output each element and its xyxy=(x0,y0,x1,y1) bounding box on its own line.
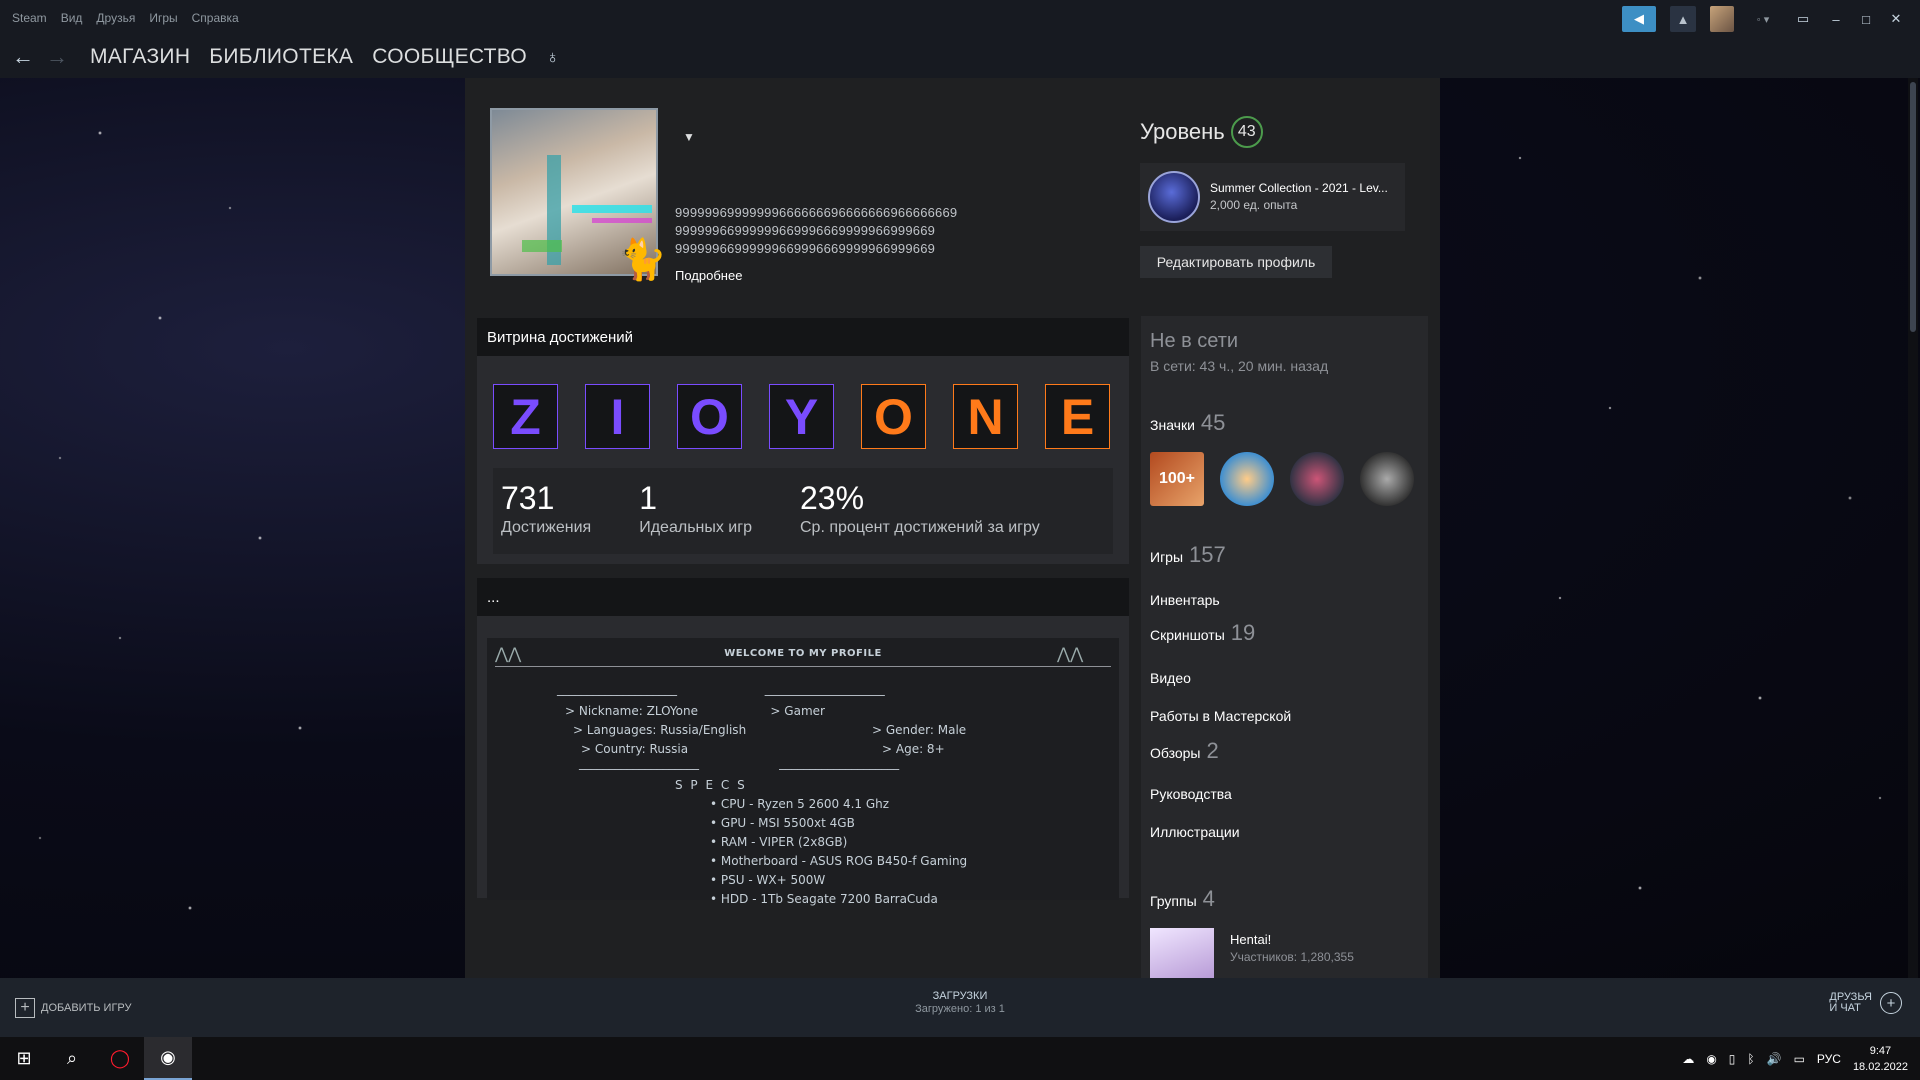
big-picture-icon[interactable]: ▭ xyxy=(1792,6,1814,32)
stat-perfect-games: 1 Идеальных игр xyxy=(639,480,752,536)
last-online: В сети: 43 ч., 20 мин. назад xyxy=(1150,358,1329,374)
steam-tray-icon[interactable]: ◉ xyxy=(1706,1052,1716,1066)
achievement-tile-7[interactable]: E xyxy=(1045,384,1110,449)
megaphone-icon[interactable]: ◀ xyxy=(1622,6,1656,32)
group-name[interactable]: Hentai! xyxy=(1230,932,1271,947)
usb-icon[interactable]: ▯ xyxy=(1729,1052,1736,1066)
profile-summary: 99999969999999666666696666666966666669 9… xyxy=(675,205,958,256)
nav-community[interactable]: СООБЩЕСТВО xyxy=(372,45,527,69)
sidebar-workshop[interactable]: Работы в Мастерской xyxy=(1150,708,1291,724)
achievement-tile-4[interactable]: Y xyxy=(769,384,834,449)
system-tray: ☁ ◉ ▯ ᛒ 🔊 ▭ РУС 9:47 18.02.2022 xyxy=(1682,1037,1908,1080)
achievement-stats: 731 Достижения 1 Идеальных игр 23% Ср. проц… xyxy=(493,468,1113,554)
group-avatar[interactable] xyxy=(1150,928,1214,978)
summer-collection-badge-icon xyxy=(1148,171,1200,223)
windows-taskbar: ⊞ ⌕ ◯ ◉ ☁ ◉ ▯ ᛒ 🔊 ▭ РУС 9:47 18.02.2022 xyxy=(0,1037,1920,1080)
achievement-tile-5[interactable]: O xyxy=(861,384,926,449)
profile-sidebar: Не в сети В сети: 43 ч., 20 мин. назад З… xyxy=(1141,316,1428,978)
stat-achievements: 731 Достижения xyxy=(501,480,592,536)
account-avatar[interactable] xyxy=(1710,6,1734,32)
sidebar-screenshots[interactable]: Скриншоты 19 xyxy=(1150,620,1255,646)
achievement-tile-2[interactable]: I xyxy=(585,384,650,449)
featured-badge[interactable]: Summer Collection - 2021 - Lev... 2,000 … xyxy=(1140,163,1405,231)
menu-help[interactable]: Справка xyxy=(192,11,239,25)
group-members: Участников: 1,280,355 xyxy=(1230,950,1354,964)
close-icon[interactable]: ✕ xyxy=(1888,6,1904,32)
forward-arrow-icon[interactable]: → xyxy=(46,44,68,70)
edit-profile-button[interactable]: Редактировать профиль xyxy=(1140,246,1332,278)
nav-bar: ← → МАГАЗИН БИБЛИОТЕКА СООБЩЕСТВО ♁ xyxy=(0,36,1920,78)
badge-100-icon[interactable]: 100+ xyxy=(1150,452,1204,506)
steam-taskbar-icon[interactable]: ◉ xyxy=(144,1037,192,1080)
back-arrow-icon[interactable]: ← xyxy=(12,44,34,70)
nav-library[interactable]: БИБЛИОТЕКА xyxy=(209,45,353,69)
menu-view[interactable]: Вид xyxy=(61,11,83,25)
more-link[interactable]: Подробнее xyxy=(675,268,742,283)
sidebar-artwork[interactable]: Иллюстрации xyxy=(1150,824,1240,840)
minimize-icon[interactable]: – xyxy=(1828,6,1844,32)
bottom-bar: + ДОБАВИТЬ ИГРУ ЗАГРУЗКИ Загружено: 1 из… xyxy=(0,978,1920,1037)
friends-chat-button[interactable]: ДРУЗЬЯ И ЧАТ + xyxy=(1829,992,1902,1014)
search-icon[interactable]: ⌕ xyxy=(48,1037,96,1080)
badge-row: 100+ xyxy=(1150,452,1414,506)
windows-start-icon[interactable]: ⊞ xyxy=(0,1037,48,1080)
sidebar-groups[interactable]: Группы 4 xyxy=(1150,886,1215,912)
cat-avatar-frame-icon: 🐈 xyxy=(617,238,667,282)
opera-icon[interactable]: ◯ xyxy=(96,1037,144,1080)
scrollbar-thumb[interactable] xyxy=(1910,82,1916,332)
menu-bar: Steam Вид Друзья Игры Справка ◀ ▲ ◦ ▾ ▭ … xyxy=(0,0,1920,36)
achievement-tile-6[interactable]: N xyxy=(953,384,1018,449)
achievement-tile-3[interactable]: O xyxy=(677,384,742,449)
steam-client-window: Steam Вид Друзья Игры Справка ◀ ▲ ◦ ▾ ▭ … xyxy=(0,0,1920,1080)
menu-friends[interactable]: Друзья xyxy=(96,11,135,25)
account-dropdown-icon[interactable]: ◦ ▾ xyxy=(1748,6,1778,32)
achievement-tiles: ZIOYONE xyxy=(493,384,1110,449)
sidebar-videos[interactable]: Видео xyxy=(1150,670,1191,686)
stat-avg-completion: 23% Ср. процент достижений за игру xyxy=(799,480,1040,536)
downloads-status[interactable]: ЗАГРУЗКИ Загружено: 1 из 1 xyxy=(0,990,1920,1016)
monster-badge-icon[interactable] xyxy=(1290,452,1344,506)
sidebar-badges[interactable]: Значки 45 xyxy=(1150,410,1225,436)
cloud-icon[interactable]: ☁ xyxy=(1682,1052,1694,1066)
custom-info-box: ⋀⋀ WELCOME TO MY PROFILE ⋀⋀ ____________… xyxy=(487,638,1119,906)
nav-store[interactable]: МАГАЗИН xyxy=(90,45,190,69)
profile-page: 🐈 ▼ 999999699999996666666966666669666666… xyxy=(0,78,1920,978)
ornament-right-icon: ⋀⋀ xyxy=(1057,644,1084,663)
sidebar-reviews[interactable]: Обзоры 2 xyxy=(1150,738,1219,764)
volume-icon[interactable]: 🔊 xyxy=(1767,1052,1782,1066)
custom-info-showcase: ... ⋀⋀ WELCOME TO MY PROFILE ⋀⋀ ________… xyxy=(477,578,1129,906)
network-icon[interactable]: ▭ xyxy=(1794,1052,1805,1066)
sidebar-guides[interactable]: Руководства xyxy=(1150,786,1232,802)
maximize-icon[interactable]: □ xyxy=(1858,6,1874,32)
badge-xp: 2,000 ед. опыта xyxy=(1210,198,1298,212)
achievement-showcase: Витрина достижений ZIOYONE 731 Достижения… xyxy=(477,318,1129,564)
bluetooth-icon[interactable]: ᛒ xyxy=(1747,1052,1754,1066)
showcase-title: Витрина достижений xyxy=(477,318,1129,356)
menu-games[interactable]: Игры xyxy=(149,11,177,25)
profile-level: Уровень 43 xyxy=(1140,116,1263,148)
sidebar-games[interactable]: Игры 157 xyxy=(1150,542,1226,568)
sidebar-inventory[interactable]: Инвентарь xyxy=(1150,592,1220,608)
page-scrollbar[interactable] xyxy=(1908,78,1918,978)
online-status: Не в сети xyxy=(1150,330,1239,352)
user-icon[interactable]: ♁ xyxy=(546,47,560,68)
menu-steam[interactable]: Steam xyxy=(12,11,47,25)
achievement-tile-1[interactable]: Z xyxy=(493,384,558,449)
level-badge: 43 xyxy=(1230,116,1263,148)
badge-title: Summer Collection - 2021 - Lev... xyxy=(1210,181,1388,195)
bear-badge-icon[interactable] xyxy=(1220,452,1274,506)
profile-dropdown-icon[interactable]: ▼ xyxy=(683,130,695,144)
level-label: Уровень xyxy=(1140,119,1225,144)
welcome-text: WELCOME TO MY PROFILE xyxy=(724,648,882,659)
custom-title: ... xyxy=(477,578,1129,616)
profile-content: 🐈 ▼ 999999699999996666666966666669666666… xyxy=(465,78,1440,978)
clock[interactable]: 9:47 18.02.2022 xyxy=(1853,1043,1908,1075)
add-friend-icon: + xyxy=(1880,992,1902,1014)
language-indicator[interactable]: РУС xyxy=(1817,1052,1841,1066)
notification-icon[interactable]: ▲ xyxy=(1670,6,1696,32)
dragon-badge-icon[interactable] xyxy=(1360,452,1414,506)
